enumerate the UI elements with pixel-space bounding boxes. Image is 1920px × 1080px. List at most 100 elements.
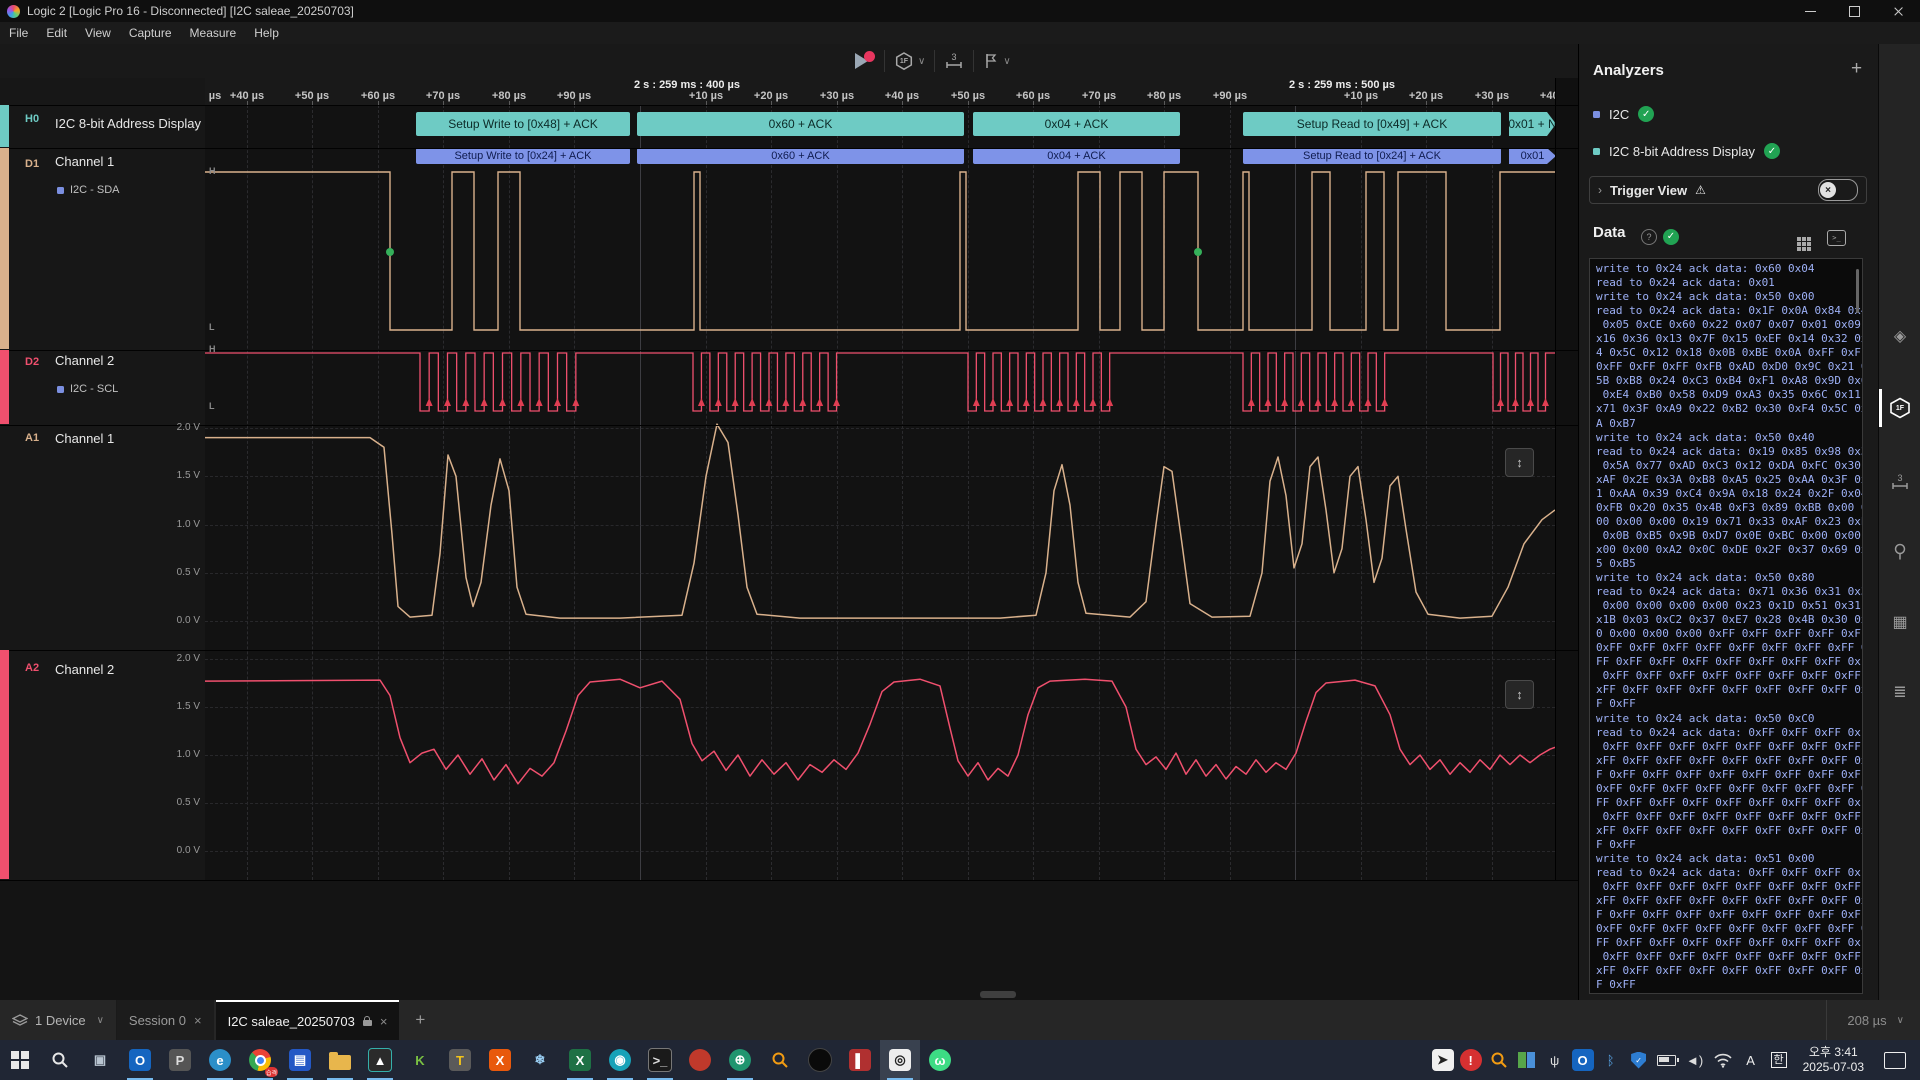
red-app-icon[interactable] [680,1040,720,1080]
android-icon[interactable]: ω [920,1040,960,1080]
analyzer-item[interactable]: I2C✓ [1593,106,1654,122]
tray-search-icon[interactable] [1487,1046,1511,1074]
tray-defender-icon[interactable]: ✓ [1627,1046,1651,1074]
trigger-view-toggle[interactable]: × [1818,179,1858,201]
close-tab-icon[interactable]: × [194,1013,202,1028]
channel-subtitle-D1[interactable]: I2C - SDA [57,184,120,196]
menu-capture[interactable]: Capture [120,22,181,44]
globe-icon[interactable]: ⊕ [720,1040,760,1080]
start-button[interactable] [0,1040,40,1080]
terminal-icon[interactable]: >_ [640,1040,680,1080]
data-line: 0xFF 0xFF 0xFF 0xFF 0xFF 0xFF 0xFF 0xFF … [1596,641,1862,655]
capture-toolbar: 1F ∨ 3 ∨ [846,46,1020,76]
analyzer-item[interactable]: I2C 8-bit Address Display✓ [1593,143,1780,159]
extensions-icon[interactable]: ▦ [1879,609,1920,635]
flag-icon [983,52,999,70]
app-glyph: O [129,1049,151,1071]
close-button[interactable] [1876,0,1920,22]
screenshot-camera-icon[interactable]: ◎ [880,1040,920,1080]
menu-measure[interactable]: Measure [181,22,246,44]
measurements-button[interactable]: 3 [935,48,973,74]
trigger-view-row[interactable]: › Trigger View ⚠ × [1589,176,1867,204]
new-session-button[interactable]: + [401,1000,439,1040]
compass-icon[interactable]: ◉ [600,1040,640,1080]
data-scrollbar[interactable] [1856,269,1859,313]
capture-layers-icon[interactable]: ◈ [1879,323,1920,349]
analog-measure-button-A1[interactable]: ↕ [1505,448,1534,477]
black-ball-icon[interactable] [800,1040,840,1080]
minimize-button[interactable] [1788,0,1832,22]
tray-bluetooth-icon[interactable]: ᛒ [1599,1046,1623,1074]
chevron-down-icon: ∨ [1897,1015,1904,1026]
data-grid-view-icon[interactable] [1797,228,1811,251]
chrome-icon[interactable]: 습격 [240,1040,280,1080]
measurements-icon[interactable]: 3 [1879,469,1920,495]
my-computer-icon[interactable]: ▣ [80,1040,120,1080]
analog-measure-button-A2[interactable]: ↕ [1505,680,1534,709]
device-selector[interactable]: 1 Device ∨ [0,1000,117,1040]
printer-icon[interactable]: P [160,1040,200,1080]
channel-title-H0[interactable]: I2C 8-bit Address Display [55,116,201,131]
session-tab-label: Session 0 [129,1013,186,1028]
folder-icon[interactable] [320,1040,360,1080]
tray-widgets-icon[interactable] [1515,1046,1539,1074]
waveform-area[interactable]: Setup Write to [0x48] + ACK0x60 + ACK0x0… [205,105,1555,880]
session-tab[interactable]: I2C saleae_20250703× [216,1000,400,1040]
close-tab-icon[interactable]: × [380,1014,388,1029]
menu-edit[interactable]: Edit [37,22,76,44]
taskbar-clock[interactable]: 오후 3:412025-07-03 [1795,1045,1872,1075]
analyzers-icon[interactable]: 1F [1879,395,1920,421]
timeline-ruler[interactable]: µs+40 µs+50 µs+60 µs+70 µs+80 µs+90 µs+1… [205,78,1562,106]
device-settings-button[interactable]: 1F ∨ [885,48,934,74]
menu-view[interactable]: View [76,22,120,44]
channel-title-A1[interactable]: Channel 1 [55,431,114,446]
everything-icon[interactable]: ▲ [360,1040,400,1080]
horizontal-scrollbar[interactable] [980,991,1016,998]
laptop-t-icon[interactable]: T [440,1040,480,1080]
battery-glyph-icon [1657,1055,1676,1066]
tray-alert-icon[interactable]: ! [1459,1046,1483,1074]
search-icon[interactable] [40,1040,80,1080]
search-orange-icon[interactable] [760,1040,800,1080]
menu-file[interactable]: File [0,22,37,44]
menu-help[interactable]: Help [245,22,288,44]
app-glyph: P [169,1049,191,1071]
screen: Logic 2 [Logic Pro 16 - Disconnected] [I… [0,0,1920,1080]
data-output-box[interactable]: write to 0x24 ack data: 0x60 0x04read to… [1589,258,1863,994]
snowflake-icon[interactable]: ❄ [520,1040,560,1080]
tray-wifi-icon[interactable] [1711,1046,1735,1074]
capture-play-button[interactable] [846,48,884,74]
tray-ime-ko-icon[interactable]: 한 [1767,1046,1791,1074]
status-duration[interactable]: 208 µs ∨ [1826,1000,1920,1040]
tray-usb-icon[interactable]: ψ [1543,1046,1567,1074]
add-analyzer-button[interactable]: + [1851,58,1862,80]
row-separator [0,650,1578,651]
annotations-icon[interactable]: ≣ [1879,679,1920,705]
red-book-icon[interactable]: ▌ [840,1040,880,1080]
excel-icon[interactable]: X [560,1040,600,1080]
edge-icon[interactable]: e [200,1040,240,1080]
annotations-button[interactable]: ∨ [974,48,1019,74]
tray-battery-icon[interactable] [1655,1046,1679,1074]
timing-markers-icon[interactable] [1879,539,1920,565]
app-glyph: ⊕ [729,1049,751,1071]
glyph: ᛒ [1607,1053,1615,1068]
session-tab[interactable]: Session 0 × [117,1000,214,1040]
tray-ime-a-icon[interactable]: A [1739,1046,1763,1074]
channel-subtitle-D2[interactable]: I2C - SCL [57,383,118,395]
xshell-icon[interactable]: X [480,1040,520,1080]
maximize-button[interactable] [1832,0,1876,22]
action-center-icon[interactable] [1884,1052,1906,1069]
data-help-icon[interactable]: ? [1641,227,1657,245]
tray-outlook-icon[interactable]: O [1571,1046,1595,1074]
app-glyph: ▤ [289,1049,311,1071]
data-terminal-view-icon[interactable]: >_ [1827,227,1846,246]
outlook-icon[interactable]: O [120,1040,160,1080]
channel-title-D2[interactable]: Channel 2 [55,353,114,368]
tray-bird-icon[interactable]: ➤ [1431,1046,1455,1074]
floppy-save-icon[interactable]: ▤ [280,1040,320,1080]
channel-title-D1[interactable]: Channel 1 [55,154,114,169]
channel-title-A2[interactable]: Channel 2 [55,662,114,677]
kayak-icon[interactable]: K [400,1040,440,1080]
tray-volume-icon[interactable]: ◄) [1683,1046,1707,1074]
